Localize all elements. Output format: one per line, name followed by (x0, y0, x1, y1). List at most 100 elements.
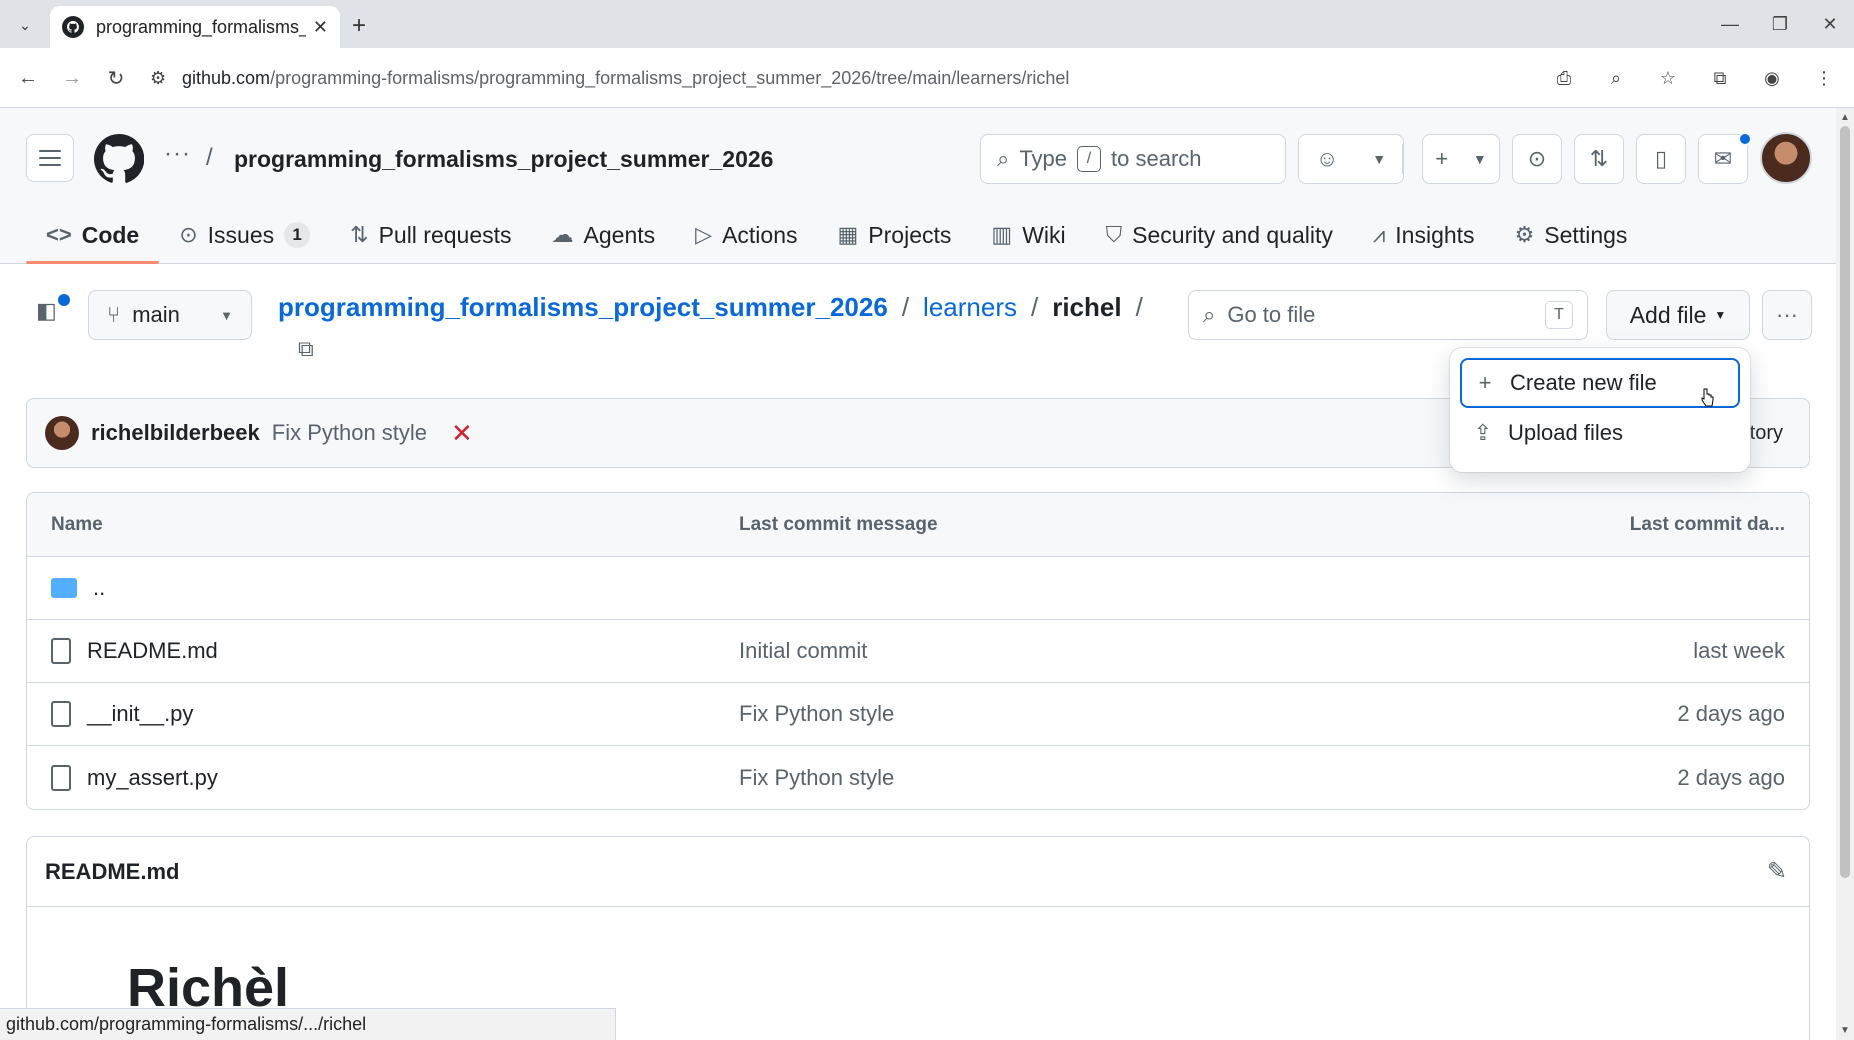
pull-requests-button[interactable]: ⇅ (1574, 134, 1624, 184)
create-chevron-down-icon: ▼ (1472, 151, 1487, 167)
page-scrollbar[interactable]: ▲ ▼ (1836, 108, 1854, 1040)
repositories-button[interactable]: ▯ (1636, 134, 1686, 184)
upload-files-label: Upload files (1508, 420, 1623, 445)
sidebar-toggle-icon[interactable]: ◧ (36, 294, 70, 328)
breadcrumb-more-icon[interactable]: ··· (164, 140, 191, 168)
go-to-file-placeholder: Go to file (1227, 302, 1316, 327)
status-bar-url: github.com/programming-formalisms/.../ri… (0, 1008, 616, 1040)
breadcrumb-repo[interactable]: programming_formalisms_project_summer_20… (278, 292, 888, 323)
close-tab-icon[interactable]: ✕ (313, 17, 328, 38)
table-row[interactable]: __init__.py Fix Python style 2 days ago (27, 683, 1809, 746)
hamburger-menu-button[interactable] (26, 134, 74, 182)
tab-settings[interactable]: ⚙ Settings (1495, 206, 1648, 264)
readme-filename[interactable]: README.md (45, 859, 179, 885)
file-name[interactable]: __init__.py (87, 701, 193, 727)
check-failed-icon[interactable]: ✕ (451, 418, 473, 449)
commit-author[interactable]: richelbilderbeek (91, 420, 260, 446)
copilot-button[interactable]: ☺ ▼ (1298, 134, 1404, 184)
profile-icon[interactable]: ◉ (1756, 62, 1788, 94)
add-file-menu: + Create new file ⇪ Upload files (1450, 348, 1750, 472)
add-file-button[interactable]: Add file ▼ (1606, 290, 1750, 340)
file-name[interactable]: my_assert.py (87, 765, 218, 791)
file-commit-date: last week (1693, 638, 1785, 663)
tab-agents[interactable]: ☁ Agents (532, 206, 676, 264)
issue-opened-icon: ⊙ (179, 222, 198, 247)
reload-icon[interactable]: ↻ (100, 62, 132, 94)
repo-nav: <> Code ⊙ Issues 1 ⇅ Pull requests ☁ Age… (26, 206, 1647, 264)
extensions-icon[interactable]: ⧉ (1704, 62, 1736, 94)
gear-icon: ⚙ (1514, 222, 1535, 247)
file-commit-date: 2 days ago (1677, 701, 1785, 726)
breadcrumb-folder[interactable]: learners (923, 292, 1017, 323)
search-suffix: to search (1111, 146, 1202, 171)
scroll-down-icon[interactable]: ▼ (1840, 1025, 1850, 1036)
minimize-icon[interactable]: — (1716, 10, 1744, 38)
github-favicon-icon (62, 16, 84, 38)
table-row[interactable]: my_assert.py Fix Python style 2 days ago (27, 746, 1809, 809)
tab-insights[interactable]: ⩘ Insights (1353, 206, 1495, 264)
search-prefix: Type (1019, 146, 1068, 171)
copilot-chevron-down-icon[interactable]: ▼ (1372, 151, 1386, 167)
tab-actions[interactable]: ▷ Actions (675, 206, 817, 264)
breadcrumb: programming_formalisms_project_summer_20… (278, 292, 1143, 323)
add-file-chevron-down-icon: ▼ (1714, 308, 1727, 322)
commit-message[interactable]: Fix Python style (272, 420, 427, 446)
file-commit-message[interactable]: Fix Python style (739, 701, 1559, 727)
zoom-icon[interactable]: ⌕ (1600, 62, 1632, 94)
site-info-icon[interactable]: ⚙ (150, 68, 182, 89)
close-window-icon[interactable]: ✕ (1816, 10, 1844, 38)
url-host: github.com (182, 67, 271, 88)
tab-projects[interactable]: ▦ Projects (818, 206, 972, 264)
file-table: Name Last commit message Last commit da.… (26, 492, 1810, 810)
restore-icon[interactable]: ❐ (1766, 10, 1794, 38)
user-avatar[interactable] (1760, 132, 1812, 184)
more-options-button[interactable]: ··· (1762, 290, 1812, 340)
file-icon (51, 764, 71, 791)
new-tab-icon[interactable]: + (352, 12, 366, 40)
upload-files-menu-item[interactable]: ⇪ Upload files (1460, 408, 1740, 458)
browser-menu-icon[interactable]: ⋮ (1808, 62, 1840, 94)
git-branch-icon: ⑂ (107, 302, 121, 327)
tab-search-icon[interactable]: ⌄ (10, 10, 40, 40)
repo-icon: ▯ (1654, 146, 1668, 171)
issue-opened-icon: ⊙ (1527, 146, 1547, 171)
browser-tab-bar: ⌄ programming_formalisms_project_summer_… (0, 0, 1854, 48)
file-name[interactable]: README.md (87, 638, 218, 664)
parent-directory-link[interactable]: .. (93, 575, 105, 601)
tab-pull-requests[interactable]: ⇅ Pull requests (330, 206, 531, 264)
back-icon[interactable]: ← (12, 62, 44, 94)
browser-tab[interactable]: programming_formalisms_project_summer_20… (50, 6, 340, 48)
table-row[interactable]: README.md Initial commit last week (27, 620, 1809, 683)
column-date: Last commit da... (1629, 513, 1785, 535)
parent-directory-row[interactable]: .. (27, 557, 1809, 620)
scroll-up-icon[interactable]: ▲ (1840, 112, 1850, 123)
tab-agents-label: Agents (583, 221, 656, 248)
commit-author-avatar[interactable] (45, 416, 79, 450)
tab-wiki[interactable]: ▥ Wiki (971, 206, 1085, 264)
tab-title: programming_formalisms_project_summer_20… (96, 16, 306, 37)
create-new-button[interactable]: + ▼ (1422, 134, 1500, 184)
tab-issues[interactable]: ⊙ Issues 1 (159, 206, 330, 264)
github-logo-icon[interactable] (93, 133, 145, 184)
breadcrumb-current: richel (1052, 292, 1122, 322)
global-search-input[interactable]: ⌕ Type / to search (980, 134, 1286, 184)
scrollbar-thumb[interactable] (1840, 126, 1850, 878)
bookmark-star-icon[interactable]: ☆ (1652, 62, 1684, 94)
copy-path-icon[interactable]: ⧉ (298, 336, 328, 366)
tab-security[interactable]: ⛉ Security and quality (1086, 206, 1353, 264)
issues-button[interactable]: ⊙ (1512, 134, 1562, 184)
history-link[interactable]: tory (1750, 422, 1783, 445)
create-new-file-menu-item[interactable]: + Create new file (1460, 358, 1740, 408)
tab-security-label: Security and quality (1132, 221, 1333, 248)
go-to-file-input[interactable]: ⌕ Go to file T (1188, 290, 1588, 340)
folder-icon (51, 578, 77, 598)
forward-icon[interactable]: → (56, 62, 88, 94)
pencil-icon[interactable]: ✎ (1767, 857, 1787, 886)
install-app-icon[interactable]: ⎙ (1548, 62, 1580, 94)
header-repo-name[interactable]: programming_formalisms_project_summer_20… (234, 146, 773, 173)
url-path: /programming-formalisms/programming_form… (270, 67, 1070, 88)
file-commit-message[interactable]: Fix Python style (739, 765, 1559, 791)
branch-selector[interactable]: ⑂ main ▼ (88, 290, 252, 340)
tab-code[interactable]: <> Code (26, 206, 160, 264)
file-commit-message[interactable]: Initial commit (739, 638, 1559, 664)
